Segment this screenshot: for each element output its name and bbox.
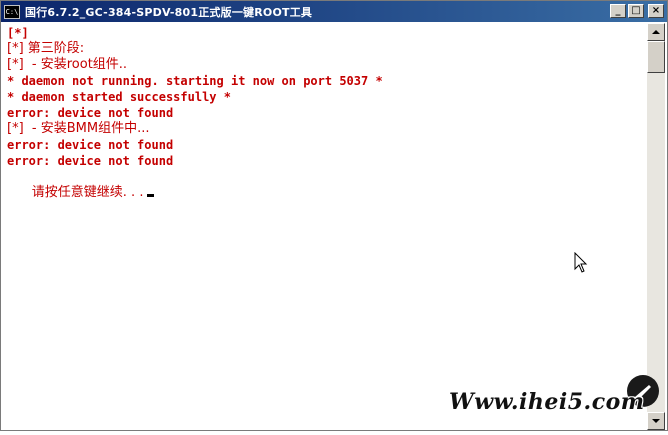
console-line: [*] - 安装BMM组件中...	[7, 121, 150, 136]
console-window: C:\ 国行6.7.2_GC-384-SPDV-801正式版一键ROOT工具 _…	[0, 0, 668, 431]
console-prompt-text: 请按任意键继续. . .	[31, 185, 144, 200]
watermark-text: Www.ihei5.com	[449, 389, 645, 415]
console-line: error: device not found	[7, 138, 174, 152]
scroll-down-button[interactable]	[647, 412, 665, 430]
title-bar[interactable]: C:\ 国行6.7.2_GC-384-SPDV-801正式版一键ROOT工具 _…	[1, 1, 667, 22]
console-line: [*] - 安装root组件..	[7, 57, 128, 72]
console-line: * daemon started successfully *	[7, 90, 231, 104]
console-icon[interactable]: C:\	[4, 4, 20, 19]
console-line: [*] 第三阶段:	[7, 41, 85, 56]
console-output[interactable]: [*] [*] 第三阶段: [*] - 安装root组件.. * daemon …	[3, 23, 646, 430]
window-title: 国行6.7.2_GC-384-SPDV-801正式版一键ROOT工具	[25, 5, 313, 19]
arrow-down-icon	[652, 419, 660, 423]
minimize-button[interactable]: _	[610, 4, 626, 18]
close-button[interactable]: ×	[648, 4, 664, 18]
window-controls: _ □ ×	[610, 4, 664, 18]
maximize-button[interactable]: □	[628, 4, 644, 18]
scroll-up-button[interactable]	[647, 23, 665, 41]
console-line: [*]	[7, 26, 29, 40]
console-line: * daemon not running. starting it now on…	[7, 74, 383, 88]
text-cursor	[147, 194, 155, 197]
mouse-pointer-icon	[574, 252, 588, 273]
scroll-thumb[interactable]	[647, 41, 665, 73]
console-line: error: device not found	[7, 106, 174, 120]
arrow-up-icon	[652, 30, 660, 34]
vertical-scrollbar[interactable]	[647, 23, 665, 430]
console-prompt-line: 请按任意键继续. . .	[7, 169, 155, 200]
console-line: error: device not found	[7, 154, 174, 168]
